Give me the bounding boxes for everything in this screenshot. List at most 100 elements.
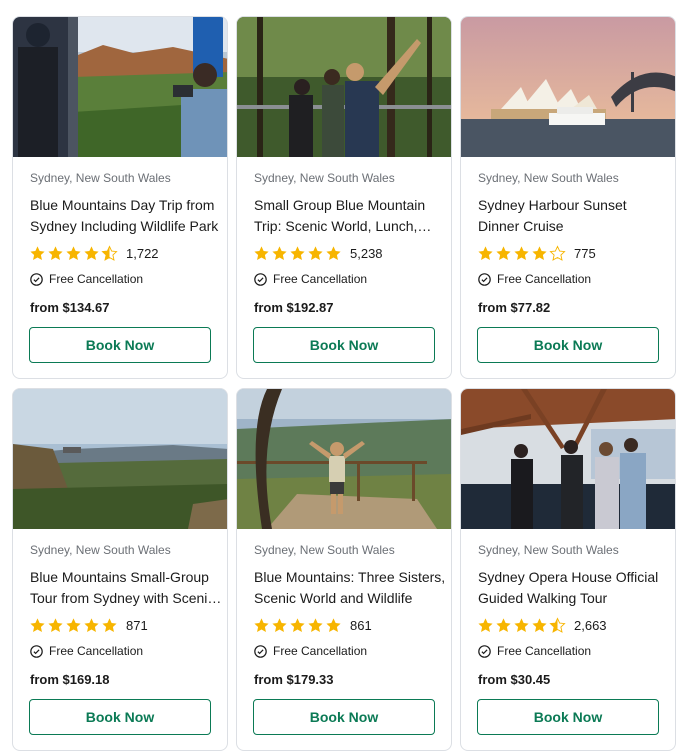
- star-icon: [326, 617, 341, 632]
- location-label: Sydney, New South Wales: [478, 543, 619, 557]
- free-cancellation: Free Cancellation: [30, 272, 143, 286]
- product-card[interactable]: Sydney, New South Wales Blue Mountains: …: [236, 388, 452, 751]
- review-count: 871: [126, 617, 148, 633]
- tour-title-link[interactable]: Blue Mountains: Three Sisters, Scenic Wo…: [254, 567, 446, 609]
- book-now-button[interactable]: Book Now: [253, 327, 435, 363]
- review-count: 5,238: [350, 245, 383, 261]
- star-rating: [253, 617, 342, 634]
- cancellation-label: Free Cancellation: [273, 644, 368, 658]
- book-now-button[interactable]: Book Now: [29, 327, 211, 363]
- review-count: 2,663: [574, 617, 607, 633]
- product-image[interactable]: [461, 389, 675, 529]
- star-empty-icon: [549, 244, 566, 261]
- product-image[interactable]: [237, 389, 451, 529]
- star-icon: [272, 245, 287, 260]
- cancellation-label: Free Cancellation: [49, 644, 144, 658]
- book-now-button[interactable]: Book Now: [29, 699, 211, 735]
- check-circle-icon: [254, 644, 267, 658]
- star-icon: [66, 245, 81, 260]
- review-count: 861: [350, 617, 372, 633]
- check-circle-icon: [478, 644, 491, 658]
- rating: 775: [477, 244, 596, 262]
- star-icon: [48, 617, 63, 632]
- star-icon: [66, 617, 81, 632]
- star-icon: [30, 245, 45, 260]
- product-card[interactable]: Sydney, New South Wales Blue Mountains S…: [12, 388, 228, 751]
- price: from $134.67: [30, 300, 110, 315]
- star-icon: [514, 245, 529, 260]
- star-icon: [254, 245, 269, 260]
- cancellation-label: Free Cancellation: [273, 272, 368, 286]
- star-icon: [478, 245, 493, 260]
- star-rating: [477, 244, 566, 262]
- price: from $179.33: [254, 672, 334, 687]
- location-label: Sydney, New South Wales: [254, 543, 395, 557]
- review-count: 775: [574, 245, 596, 261]
- book-now-button[interactable]: Book Now: [477, 327, 659, 363]
- free-cancellation: Free Cancellation: [254, 272, 367, 286]
- free-cancellation: Free Cancellation: [254, 644, 367, 658]
- free-cancellation: Free Cancellation: [30, 644, 143, 658]
- star-icon: [290, 245, 305, 260]
- free-cancellation: Free Cancellation: [478, 272, 591, 286]
- rating: 5,238: [253, 244, 383, 262]
- star-half-icon: [549, 616, 566, 633]
- cancellation-label: Free Cancellation: [497, 272, 592, 286]
- free-cancellation: Free Cancellation: [478, 644, 591, 658]
- product-card[interactable]: Sydney, New South Wales Small Group Blue…: [236, 16, 452, 379]
- check-circle-icon: [30, 644, 43, 658]
- star-icon: [478, 617, 493, 632]
- star-icon: [102, 617, 117, 632]
- check-circle-icon: [254, 272, 267, 286]
- check-circle-icon: [478, 272, 491, 286]
- star-icon: [326, 245, 341, 260]
- star-half-icon: [101, 244, 118, 261]
- product-image[interactable]: [461, 17, 675, 157]
- star-icon: [290, 617, 305, 632]
- star-icon: [308, 617, 323, 632]
- star-rating: [477, 616, 566, 634]
- book-now-button[interactable]: Book Now: [253, 699, 435, 735]
- product-card[interactable]: Sydney, New South Wales Blue Mountains D…: [12, 16, 228, 379]
- tour-title-link[interactable]: Blue Mountains Day Trip from Sydney Incl…: [30, 195, 222, 237]
- star-icon: [532, 245, 547, 260]
- tour-title-link[interactable]: Small Group Blue Mountain Trip: Scenic W…: [254, 195, 446, 237]
- tour-title-link[interactable]: Blue Mountains Small-Group Tour from Syd…: [30, 567, 222, 609]
- star-rating: [29, 244, 118, 262]
- rating: 2,663: [477, 616, 607, 634]
- star-rating: [253, 245, 342, 262]
- location-label: Sydney, New South Wales: [478, 171, 619, 185]
- price: from $192.87: [254, 300, 334, 315]
- location-label: Sydney, New South Wales: [30, 171, 171, 185]
- location-label: Sydney, New South Wales: [30, 543, 171, 557]
- star-icon: [254, 617, 269, 632]
- star-icon: [48, 245, 63, 260]
- tour-title-link[interactable]: Sydney Harbour Sunset Dinner Cruise: [478, 195, 670, 237]
- star-icon: [30, 617, 45, 632]
- product-image[interactable]: [13, 389, 227, 529]
- price: from $169.18: [30, 672, 110, 687]
- tour-title-link[interactable]: Sydney Opera House Official Guided Walki…: [478, 567, 670, 609]
- book-now-button[interactable]: Book Now: [477, 699, 659, 735]
- star-icon: [514, 617, 529, 632]
- product-image[interactable]: [237, 17, 451, 157]
- cancellation-label: Free Cancellation: [49, 272, 144, 286]
- cancellation-label: Free Cancellation: [497, 644, 592, 658]
- product-image[interactable]: [13, 17, 227, 157]
- star-icon: [84, 245, 99, 260]
- rating: 861: [253, 616, 372, 634]
- product-card[interactable]: Sydney, New South Wales Sydney Harbour S…: [460, 16, 676, 379]
- review-count: 1,722: [126, 245, 159, 261]
- star-rating: [29, 617, 118, 634]
- star-icon: [84, 617, 99, 632]
- price: from $30.45: [478, 672, 551, 687]
- price: from $77.82: [478, 300, 551, 315]
- product-card[interactable]: Sydney, New South Wales Sydney Opera Hou…: [460, 388, 676, 751]
- check-circle-icon: [30, 272, 43, 286]
- star-icon: [532, 617, 547, 632]
- star-icon: [308, 245, 323, 260]
- star-icon: [496, 245, 511, 260]
- star-icon: [496, 617, 511, 632]
- star-icon: [272, 617, 287, 632]
- rating: 1,722: [29, 244, 159, 262]
